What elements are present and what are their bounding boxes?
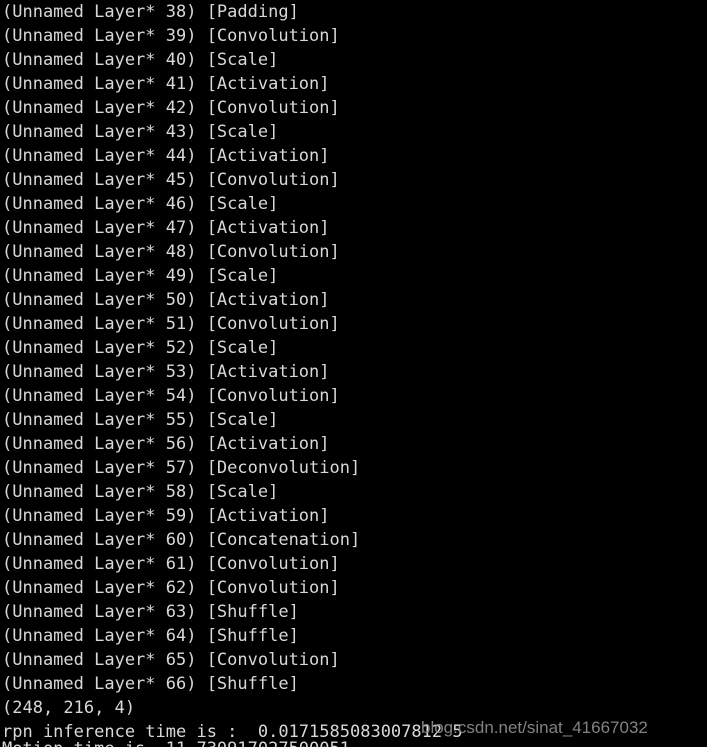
- layer-line: (Unnamed Layer* 44) [Activation]: [2, 146, 330, 166]
- layer-line: (Unnamed Layer* 39) [Convolution]: [2, 26, 340, 46]
- layer-list: (Unnamed Layer* 38) [Padding] (Unnamed L…: [0, 0, 707, 696]
- cut-off-line: Motion time is 11.730917027500051: [0, 741, 707, 747]
- terminal-output-pane[interactable]: (Unnamed Layer* 38) [Padding] (Unnamed L…: [0, 0, 707, 747]
- layer-line: (Unnamed Layer* 54) [Convolution]: [2, 386, 340, 406]
- layer-line: (Unnamed Layer* 52) [Scale]: [2, 338, 279, 358]
- layer-line: (Unnamed Layer* 47) [Activation]: [2, 218, 330, 238]
- layer-line: (Unnamed Layer* 58) [Scale]: [2, 482, 279, 502]
- layer-line: (Unnamed Layer* 59) [Activation]: [2, 506, 330, 526]
- layer-line: (Unnamed Layer* 56) [Activation]: [2, 434, 330, 454]
- layer-line: (Unnamed Layer* 66) [Shuffle]: [2, 674, 299, 694]
- layer-line: (Unnamed Layer* 61) [Convolution]: [2, 554, 340, 574]
- layer-line: (Unnamed Layer* 48) [Convolution]: [2, 242, 340, 262]
- layer-line: (Unnamed Layer* 41) [Activation]: [2, 74, 330, 94]
- layer-line: (Unnamed Layer* 46) [Scale]: [2, 194, 279, 214]
- layer-line: (Unnamed Layer* 65) [Convolution]: [2, 650, 340, 670]
- layer-line: (Unnamed Layer* 53) [Activation]: [2, 362, 330, 382]
- layer-line: (Unnamed Layer* 38) [Padding]: [2, 2, 299, 22]
- layer-line: (Unnamed Layer* 63) [Shuffle]: [2, 602, 299, 622]
- layer-line: (Unnamed Layer* 62) [Convolution]: [2, 578, 340, 598]
- layer-line: (Unnamed Layer* 50) [Activation]: [2, 290, 330, 310]
- layer-line: (Unnamed Layer* 45) [Convolution]: [2, 170, 340, 190]
- layer-line: (Unnamed Layer* 55) [Scale]: [2, 410, 279, 430]
- partially-visible-next-line: Motion time is 11.730917027500051: [0, 741, 707, 747]
- layer-line: (Unnamed Layer* 60) [Concatenation]: [2, 530, 361, 550]
- layer-line: (Unnamed Layer* 57) [Deconvolution]: [2, 458, 361, 478]
- layer-line: (Unnamed Layer* 51) [Convolution]: [2, 314, 340, 334]
- layer-line: (Unnamed Layer* 49) [Scale]: [2, 266, 279, 286]
- layer-line: (Unnamed Layer* 64) [Shuffle]: [2, 626, 299, 646]
- layer-line: (Unnamed Layer* 40) [Scale]: [2, 50, 279, 70]
- output-shape-line: (248, 216, 4): [2, 698, 136, 718]
- layer-line: (Unnamed Layer* 43) [Scale]: [2, 122, 279, 142]
- layer-line: (Unnamed Layer* 42) [Convolution]: [2, 98, 340, 118]
